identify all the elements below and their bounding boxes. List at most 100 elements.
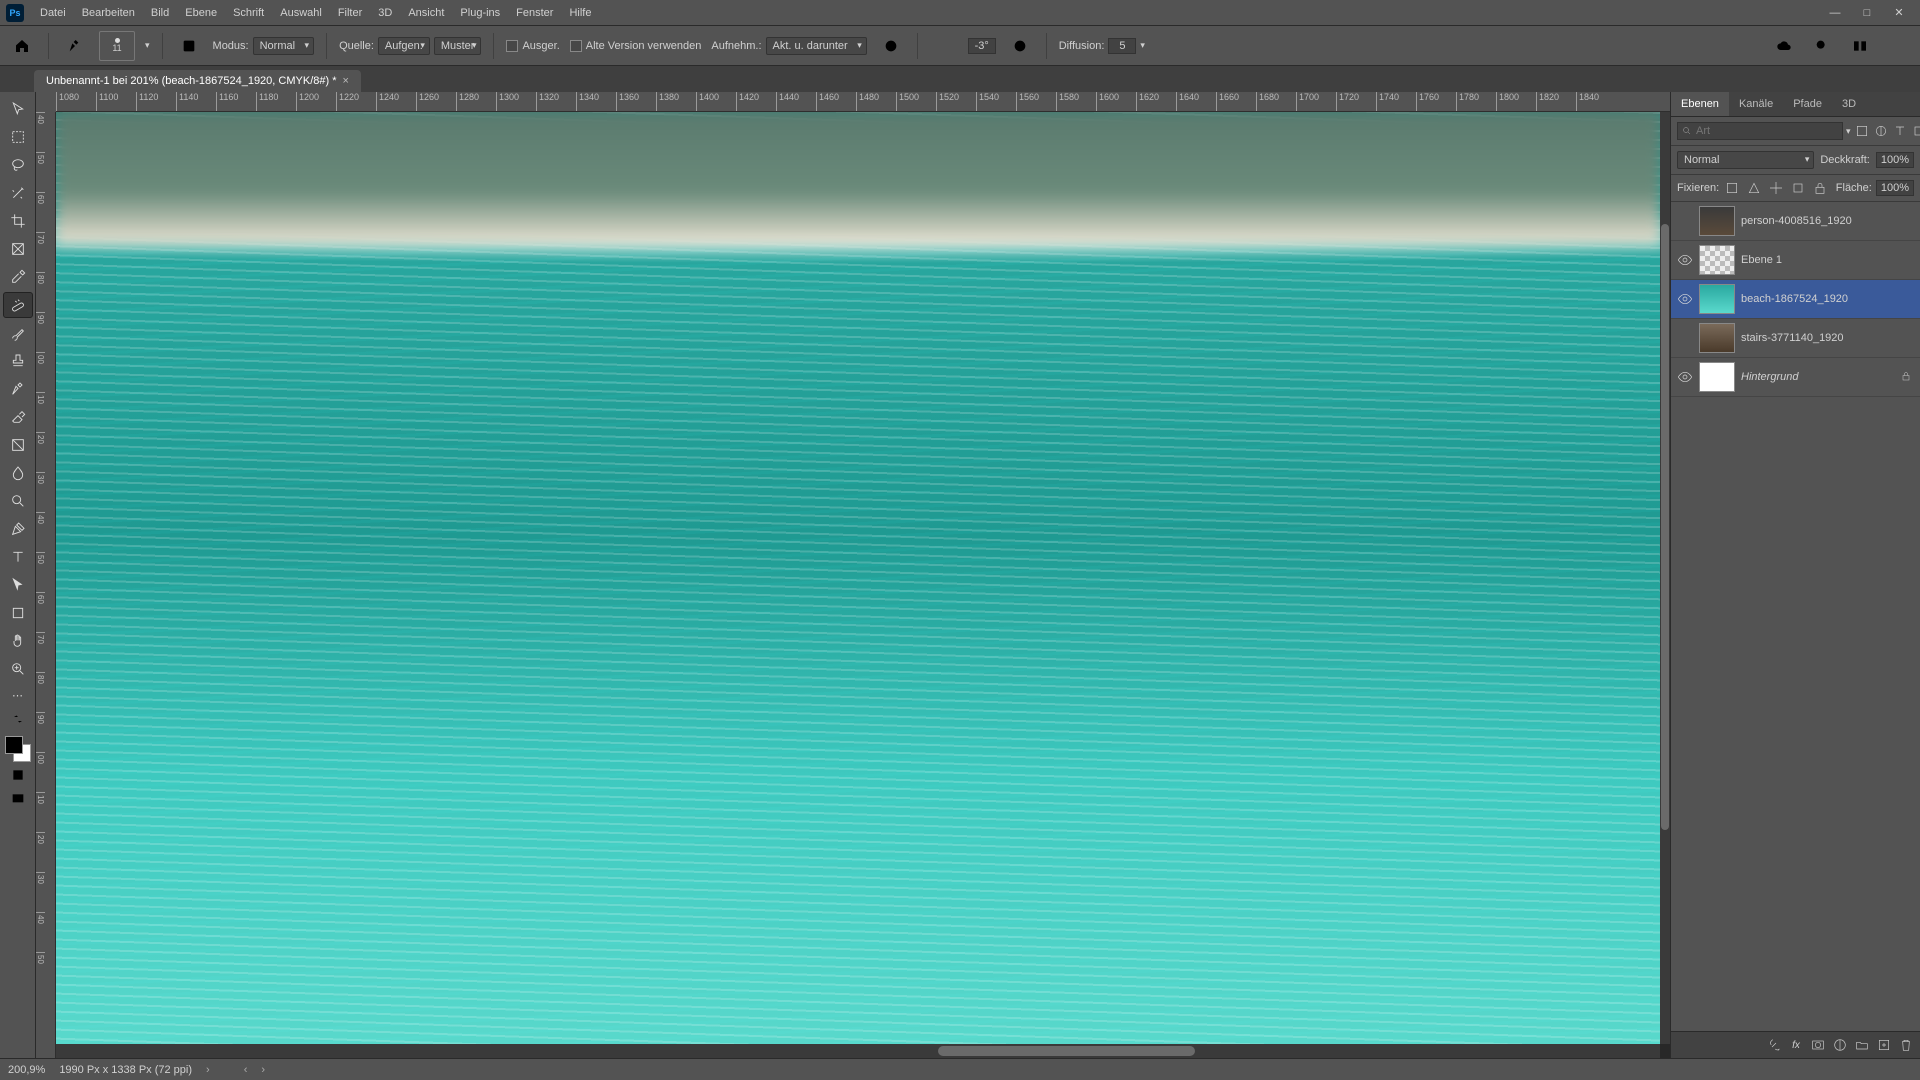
layer-thumbnail[interactable] bbox=[1699, 206, 1735, 236]
link-layers-icon[interactable] bbox=[1764, 1036, 1784, 1054]
ruler-horizontal[interactable]: 1080110011201140116011801200122012401260… bbox=[56, 92, 1670, 112]
menu-datei[interactable]: Datei bbox=[32, 3, 74, 23]
blur-tool[interactable] bbox=[3, 460, 33, 486]
crop-tool[interactable] bbox=[3, 208, 33, 234]
zoom-tool[interactable] bbox=[3, 656, 33, 682]
brush-preview[interactable]: 11 bbox=[99, 31, 135, 61]
adjustment-layer-icon[interactable] bbox=[1830, 1036, 1850, 1054]
layer-group-icon[interactable] bbox=[1852, 1036, 1872, 1054]
menu-hilfe[interactable]: Hilfe bbox=[561, 3, 599, 23]
layer-name[interactable]: person-4008516_1920 bbox=[1741, 215, 1894, 227]
filter-shape-icon[interactable] bbox=[1911, 122, 1920, 140]
type-tool[interactable] bbox=[3, 544, 33, 570]
layer-row[interactable]: Hintergrund bbox=[1671, 358, 1920, 397]
layer-thumbnail[interactable] bbox=[1699, 362, 1735, 392]
menu-auswahl[interactable]: Auswahl bbox=[272, 3, 330, 23]
layer-name[interactable]: beach-1867524_1920 bbox=[1741, 293, 1894, 305]
path-select-tool[interactable] bbox=[3, 572, 33, 598]
share-icon[interactable] bbox=[1884, 32, 1912, 60]
quickmask-icon[interactable] bbox=[3, 764, 33, 786]
next-icon[interactable]: › bbox=[261, 1064, 265, 1076]
dropdown-arrow-icon[interactable]: ▾ bbox=[145, 40, 150, 51]
home-icon[interactable] bbox=[8, 32, 36, 60]
eyedropper-tool[interactable] bbox=[3, 264, 33, 290]
menu-3d[interactable]: 3D bbox=[370, 3, 400, 23]
visibility-toggle-icon[interactable] bbox=[1677, 252, 1693, 268]
menu-filter[interactable]: Filter bbox=[330, 3, 370, 23]
layer-thumbnail[interactable] bbox=[1699, 284, 1735, 314]
layer-blend-dropdown[interactable]: Normal bbox=[1677, 151, 1814, 169]
swap-colors-icon[interactable] bbox=[3, 708, 33, 730]
layer-row[interactable]: Ebene 1 bbox=[1671, 241, 1920, 280]
layer-row[interactable]: beach-1867524_1920 bbox=[1671, 280, 1920, 319]
tab-layers[interactable]: Ebenen bbox=[1671, 92, 1729, 116]
frame-tool[interactable] bbox=[3, 236, 33, 262]
ruler-vertical[interactable]: 4050607080900010203040506070809000102030… bbox=[36, 112, 56, 1058]
layer-row[interactable]: stairs-3771140_1920 bbox=[1671, 319, 1920, 358]
hand-tool[interactable] bbox=[3, 628, 33, 654]
pen-tool[interactable] bbox=[3, 516, 33, 542]
marquee-tool[interactable] bbox=[3, 124, 33, 150]
brush-panel-icon[interactable] bbox=[175, 32, 203, 60]
color-swatches[interactable] bbox=[5, 736, 31, 762]
visibility-toggle-icon[interactable] bbox=[1677, 213, 1693, 229]
menu-ebene[interactable]: Ebene bbox=[177, 3, 225, 23]
filter-pixel-icon[interactable] bbox=[1854, 122, 1870, 140]
visibility-toggle-icon[interactable] bbox=[1677, 369, 1693, 385]
layer-name[interactable]: Hintergrund bbox=[1741, 371, 1894, 383]
screenmode-icon[interactable] bbox=[3, 788, 33, 810]
lasso-tool[interactable] bbox=[3, 152, 33, 178]
cloud-docs-icon[interactable] bbox=[1770, 32, 1798, 60]
visibility-toggle-icon[interactable] bbox=[1677, 291, 1693, 307]
visibility-toggle-icon[interactable] bbox=[1677, 330, 1693, 346]
source-sampled-button[interactable]: Aufgen. bbox=[378, 37, 430, 55]
new-layer-icon[interactable] bbox=[1874, 1036, 1894, 1054]
layer-fx-icon[interactable]: fx bbox=[1786, 1036, 1806, 1054]
lock-all-icon[interactable] bbox=[1811, 179, 1829, 197]
diffusion-value[interactable]: 5 bbox=[1108, 38, 1136, 54]
lock-transparent-icon[interactable] bbox=[1723, 179, 1741, 197]
lock-position-icon[interactable] bbox=[1767, 179, 1785, 197]
stamp-tool[interactable] bbox=[3, 348, 33, 374]
maximize-button[interactable]: □ bbox=[1852, 2, 1882, 24]
layer-name[interactable]: stairs-3771140_1920 bbox=[1741, 332, 1894, 344]
workspace-icon[interactable] bbox=[1846, 32, 1874, 60]
scrollbar-horizontal[interactable] bbox=[56, 1044, 1660, 1058]
search-icon[interactable] bbox=[1808, 32, 1836, 60]
scrollbar-thumb[interactable] bbox=[1661, 224, 1669, 830]
angle-icon[interactable] bbox=[930, 32, 958, 60]
scrollbar-vertical[interactable] bbox=[1660, 112, 1670, 1044]
menu-fenster[interactable]: Fenster bbox=[508, 3, 561, 23]
delete-layer-icon[interactable] bbox=[1896, 1036, 1916, 1054]
document-tab[interactable]: Unbenannt-1 bei 201% (beach-1867524_1920… bbox=[34, 70, 361, 92]
filter-type-icon[interactable] bbox=[1892, 122, 1908, 140]
edit-toolbar-icon[interactable]: ⋯ bbox=[3, 684, 33, 706]
aligned-checkbox[interactable] bbox=[506, 40, 518, 52]
layer-thumbnail[interactable] bbox=[1699, 323, 1735, 353]
gradient-tool[interactable] bbox=[3, 432, 33, 458]
tool-preset-icon[interactable] bbox=[61, 32, 89, 60]
ignore-adjustment-icon[interactable] bbox=[877, 32, 905, 60]
close-button[interactable]: ✕ bbox=[1884, 2, 1914, 24]
opacity-value[interactable]: 100% bbox=[1876, 152, 1914, 168]
tab-channels[interactable]: Kanäle bbox=[1729, 92, 1783, 116]
menu-schrift[interactable]: Schrift bbox=[225, 3, 272, 23]
pressure-angle-icon[interactable] bbox=[1006, 32, 1034, 60]
scrollbar-thumb[interactable] bbox=[938, 1046, 1195, 1056]
move-tool[interactable] bbox=[3, 96, 33, 122]
zoom-value[interactable]: 200,9% bbox=[8, 1064, 45, 1076]
menu-plug-ins[interactable]: Plug-ins bbox=[452, 3, 508, 23]
dropdown-arrow-icon[interactable]: ▾ bbox=[1140, 40, 1145, 51]
dropdown-arrow-icon[interactable]: ▾ bbox=[1846, 126, 1851, 137]
filter-adjust-icon[interactable] bbox=[1873, 122, 1889, 140]
menu-bearbeiten[interactable]: Bearbeiten bbox=[74, 3, 143, 23]
brush-tool[interactable] bbox=[3, 320, 33, 346]
layer-filter-input[interactable] bbox=[1677, 122, 1843, 140]
layer-name[interactable]: Ebene 1 bbox=[1741, 254, 1894, 266]
layer-thumbnail[interactable] bbox=[1699, 245, 1735, 275]
healing-brush-tool[interactable] bbox=[3, 292, 33, 318]
info-dropdown-icon[interactable]: › bbox=[206, 1064, 210, 1076]
close-tab-icon[interactable]: × bbox=[342, 75, 348, 87]
angle-value[interactable]: -3° bbox=[968, 38, 996, 54]
tab-3d[interactable]: 3D bbox=[1832, 92, 1866, 116]
